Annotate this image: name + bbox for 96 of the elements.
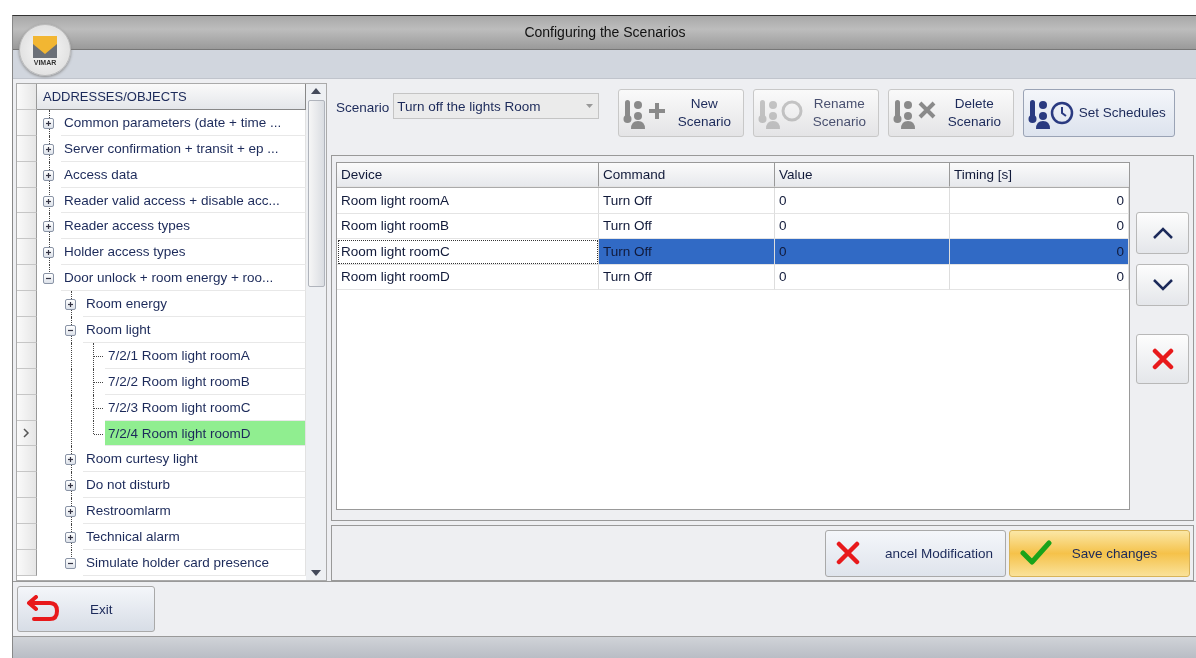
chevron-up-icon [1151,227,1174,239]
table-cell[interactable]: Turn Off [599,188,775,214]
person-rename-icon [758,97,805,129]
logo-icon [32,34,58,59]
tree-item[interactable]: 7/2/4 Room light roomD [105,420,306,447]
row-header [17,265,37,292]
expander[interactable] [43,117,54,129]
row-header [17,187,37,214]
window-title: Configuring the Scenarios [524,24,686,41]
tree-item[interactable]: Reader access types [61,213,306,240]
expander[interactable] [65,558,76,570]
column-header: ADDRESSES/OBJECTS [37,84,306,110]
close-icon [1151,348,1174,370]
tree-item[interactable]: Server confirmation + transit + ep ... [61,135,306,162]
tree-item[interactable]: Technical alarm [83,524,306,551]
expander[interactable] [43,273,54,285]
table-cell[interactable]: 0 [775,188,950,214]
cancel-button[interactable]: ancel Modification [825,529,1006,577]
scenario-label: Scenario [336,100,390,115]
row-header [17,368,37,395]
row-header [17,524,37,551]
save-button[interactable]: Save changes [1009,529,1190,577]
scenario-dropdown[interactable]: Turn off the lights Room [393,93,600,119]
expander-icon [44,170,53,180]
tree-item[interactable]: Door unlock + room energy + roo... [61,265,306,292]
expander[interactable] [65,506,76,518]
row-header [17,84,37,110]
toolbar-button[interactable]: New Scenario [618,89,745,137]
row-header [17,109,37,136]
row-header [17,135,37,162]
remove-button[interactable] [1136,334,1189,384]
expander-icon [66,507,75,517]
table-cell[interactable]: Room light roomB [337,213,599,239]
scroll-down-icon [311,570,321,576]
column-header[interactable]: Timing [s] [950,163,1129,187]
expander-icon [44,144,53,154]
expander[interactable] [65,454,76,466]
tree-item[interactable]: Common parameters (date + time ... [61,109,306,136]
checkmark-icon [1020,540,1052,566]
toolbar-button[interactable]: Delete Scenario [888,89,1015,137]
tree-item[interactable]: Room energy [83,291,306,317]
move-down-button[interactable] [1136,264,1189,306]
expander-icon [66,455,75,465]
return-arrow-icon [26,595,60,623]
row-header [17,161,37,188]
row-header [17,239,37,266]
table-cell[interactable]: Room light roomC [337,239,599,265]
expander-icon [44,222,53,232]
close-icon [836,541,860,565]
row-header [17,213,37,240]
row-header [17,472,37,499]
expander-icon [66,481,75,491]
tree-item[interactable]: Room curtesy light [83,446,306,473]
tree-item[interactable]: Do not disturb [83,472,306,499]
tree-item[interactable]: Simulate holder card presence [83,550,306,576]
expander[interactable] [43,195,54,207]
expander[interactable] [65,480,76,492]
row-header [17,498,37,525]
toolbar-button[interactable]: Set Schedules [1023,89,1176,137]
chevron-down-icon [1151,279,1174,291]
table-cell[interactable]: Room light roomD [337,264,599,290]
table-cell[interactable]: 0 [950,264,1129,290]
tree-item[interactable]: Reader valid access + disable acc... [61,187,306,214]
expander[interactable] [65,299,76,311]
table-cell[interactable]: Room light roomA [337,188,599,214]
expander-icon [66,533,75,543]
column-header[interactable]: Value [775,163,950,187]
tree-item[interactable]: Room light [83,317,306,343]
exit-button[interactable]: Exit [17,586,155,632]
move-up-button[interactable] [1136,212,1189,254]
expander[interactable] [43,169,54,181]
expander[interactable] [65,325,76,336]
table-cell[interactable]: 0 [950,188,1129,214]
expander[interactable] [65,532,76,544]
expander-icon [66,300,75,310]
expander-icon [44,118,53,128]
tree-item[interactable]: Holder access types [61,239,306,266]
person-clock-icon [1028,97,1075,129]
column-header[interactable]: Device [337,163,599,187]
expander-icon [44,248,53,258]
row-header [17,317,37,343]
expander-icon [44,196,53,206]
tree-item[interactable]: Access data [61,161,306,188]
row-header [17,342,37,369]
table-cell[interactable]: 0 [775,264,950,290]
row-header [17,291,37,317]
column-header[interactable]: Command [599,163,775,187]
tree-item[interactable]: Restroomlarm [83,498,306,525]
scroll-thumb[interactable] [307,100,325,287]
row-header [17,550,37,576]
table-cell[interactable]: Turn Off [599,264,775,290]
scroll-up-icon [311,88,321,94]
dropdown-icon [586,104,594,108]
expander[interactable] [43,143,54,155]
expander[interactable] [43,221,54,233]
expander[interactable] [43,247,54,259]
